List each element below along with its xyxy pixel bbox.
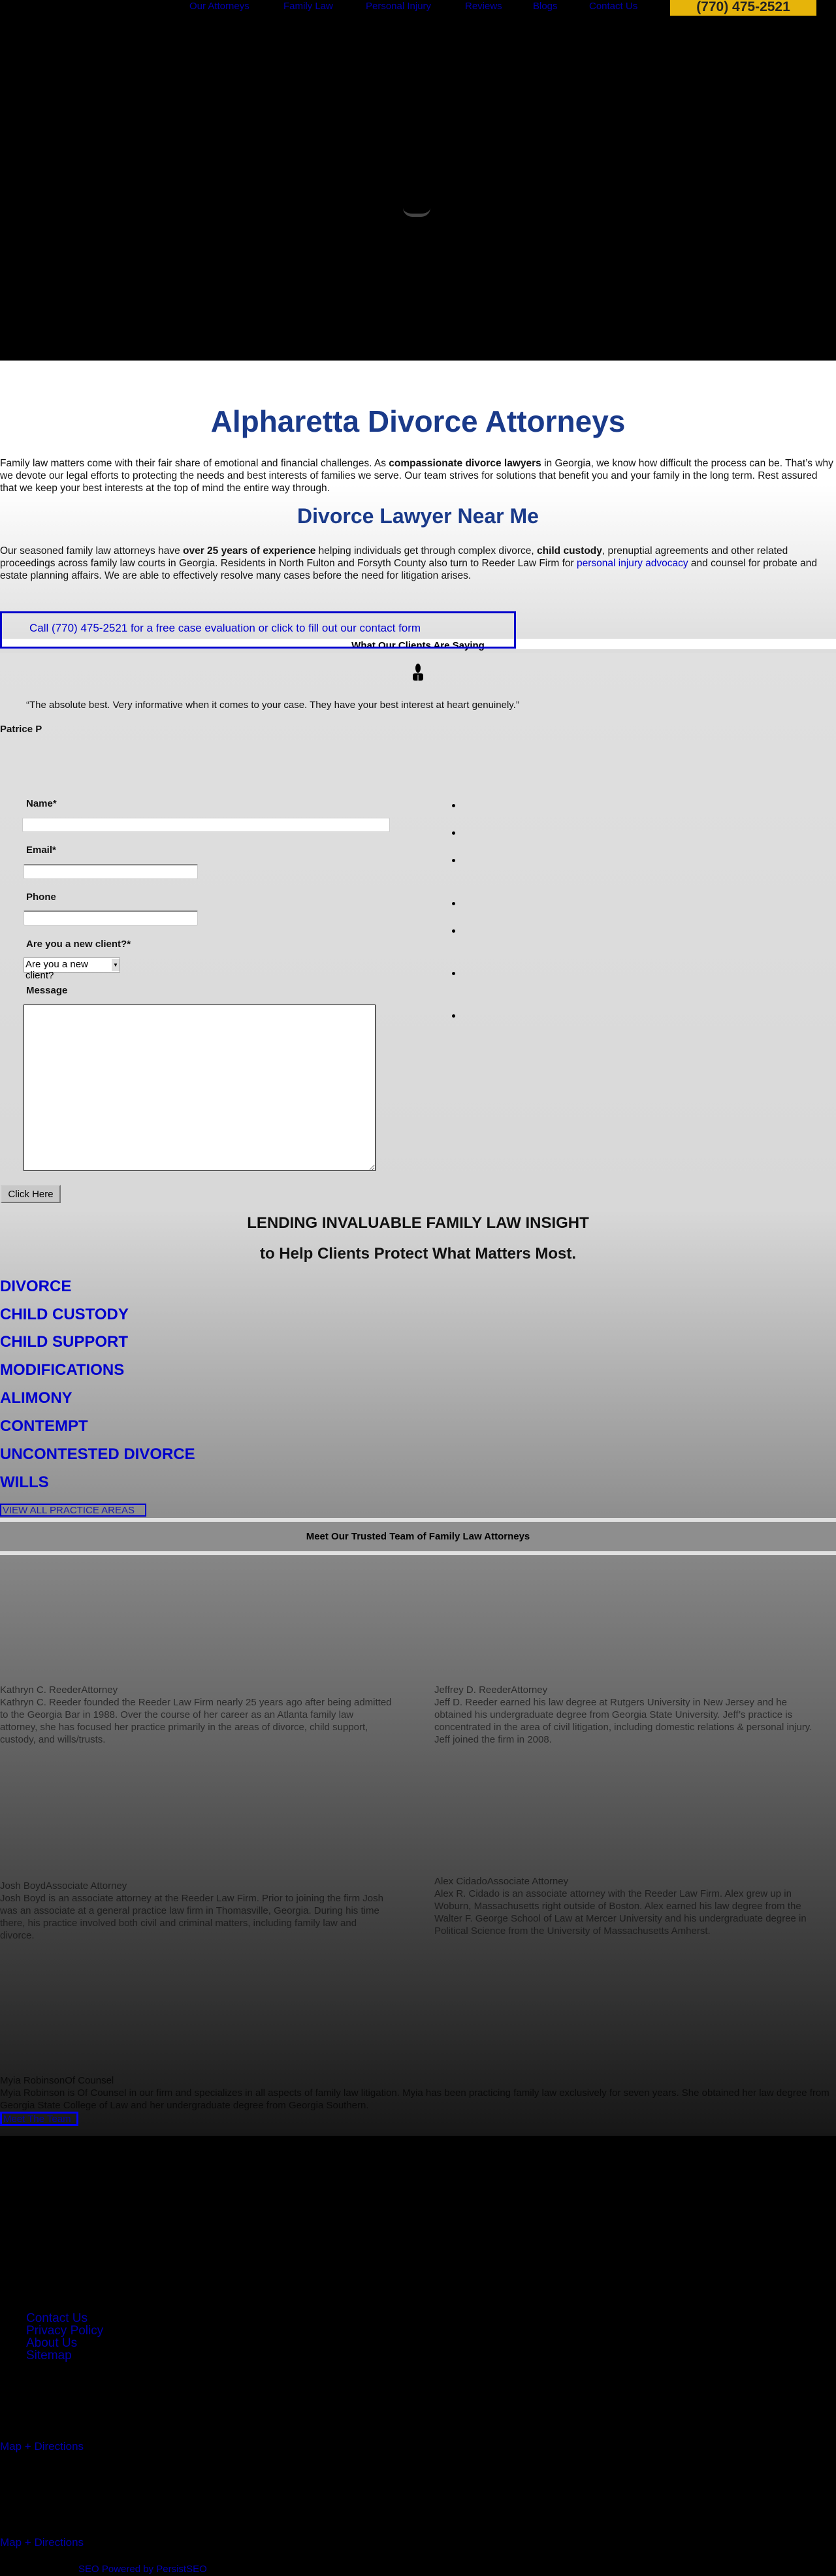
footer-privacy-policy[interactable]: Privacy Policy xyxy=(26,2325,103,2337)
practice-alimony[interactable]: ALIMONY xyxy=(0,1389,72,1408)
new-client-label: Are you a new client?* xyxy=(26,939,131,950)
testimonial-quote: “The absolute best. Very informative whe… xyxy=(26,700,519,711)
attorney-card: Kathryn C. ReederAttorney Kathryn C. Reed… xyxy=(0,1684,392,1745)
nav-our-attorneys[interactable]: Our Attorneys xyxy=(189,0,249,13)
list-bullet xyxy=(452,1014,455,1018)
footer-sitemap[interactable]: Sitemap xyxy=(26,2349,103,2362)
team-heading: Meet Our Trusted Team of Family Law Atto… xyxy=(0,1518,836,1555)
practice-wills[interactable]: WILLS xyxy=(0,1473,49,1492)
phone-button[interactable]: (770) 475-2521 xyxy=(670,0,816,16)
hero-banner: Our Attorneys Family Law Personal Injury… xyxy=(0,0,836,361)
view-all-practice-areas-button[interactable]: VIEW ALL PRACTICE AREAS xyxy=(0,1504,146,1517)
practice-uncontested-divorce[interactable]: UNCONTESTED DIVORCE xyxy=(0,1445,195,1464)
map-directions-link[interactable]: Map + Directions xyxy=(0,2536,84,2549)
practice-divorce[interactable]: DIVORCE xyxy=(0,1278,71,1296)
loading-spinner-icon xyxy=(403,208,430,217)
name-label: Name* xyxy=(26,798,57,809)
list-bullet xyxy=(452,929,455,933)
section-heading: Divorce Lawyer Near Me xyxy=(297,504,539,528)
submit-button[interactable]: Click Here xyxy=(1,1185,61,1203)
footer-contact-us[interactable]: Contact Us xyxy=(26,2312,103,2325)
phone-label: Phone xyxy=(26,892,56,903)
list-bullet xyxy=(452,859,455,862)
footer-about-us[interactable]: About Us xyxy=(26,2337,103,2349)
message-label: Message xyxy=(26,985,68,996)
page-title: Alpharetta Divorce Attorneys xyxy=(210,404,626,438)
practice-child-support[interactable]: CHILD SUPPORT xyxy=(0,1333,128,1351)
main-content: Alpharetta Divorce Attorneys Family law … xyxy=(0,361,836,2136)
practice-modifications[interactable]: MODIFICATIONS xyxy=(0,1361,124,1379)
footer-links: Contact Us Privacy Policy About Us Sitem… xyxy=(26,2312,103,2362)
attorney-card: Jeffrey D. ReederAttorney Jeff D. Reeder … xyxy=(434,1684,812,1745)
chevron-down-icon: ▼ xyxy=(112,959,120,971)
message-textarea[interactable] xyxy=(24,1005,376,1171)
new-client-select[interactable]: Are you a new client? ▼ xyxy=(24,958,120,981)
attorney-card: Myia RobinsonOf Counsel Myia Robinson is … xyxy=(0,2075,829,2111)
experience-paragraph: Our seasoned family law attorneys have o… xyxy=(0,545,817,581)
phone-input[interactable] xyxy=(24,910,198,926)
nav-blogs[interactable]: Blogs xyxy=(533,0,558,13)
email-input[interactable] xyxy=(24,864,198,879)
email-label: Email* xyxy=(26,845,56,856)
insight-heading: LENDING INVALUABLE FAMILY LAW INSIGHT xyxy=(247,1214,589,1232)
intro-paragraph: Family law matters come with their fair … xyxy=(0,458,833,494)
list-bullet xyxy=(452,804,455,807)
user-icon xyxy=(413,664,423,681)
nav-family-law[interactable]: Family Law xyxy=(283,0,333,13)
nav-personal-injury[interactable]: Personal Injury xyxy=(366,0,431,13)
name-input[interactable] xyxy=(22,818,390,832)
list-bullet xyxy=(452,831,455,835)
cta-border xyxy=(0,639,516,649)
testimonial-author: Patrice P xyxy=(0,724,42,735)
list-bullet xyxy=(452,902,455,905)
map-directions-link[interactable]: Map + Directions xyxy=(0,2440,84,2453)
insight-subheading: to Help Clients Protect What Matters Mos… xyxy=(259,1245,577,1263)
list-bullet xyxy=(452,972,455,975)
meet-the-team-button[interactable]: Meet The Team xyxy=(0,2112,78,2126)
personal-injury-link[interactable]: personal injury advocacy xyxy=(577,558,688,569)
nav-contact-us[interactable]: Contact Us xyxy=(589,0,637,13)
attorney-card: Alex CidadoAssociate Attorney Alex R. Cid… xyxy=(434,1876,807,1937)
practice-child-custody[interactable]: CHILD CUSTODY xyxy=(0,1306,129,1324)
seo-credit-link[interactable]: SEO Powered by PersistSEO xyxy=(78,2564,207,2575)
nav-reviews[interactable]: Reviews xyxy=(465,0,502,13)
attorney-card: Josh BoydAssociate Attorney Josh Boyd is … xyxy=(0,1880,383,1941)
practice-contempt[interactable]: CONTEMPT xyxy=(0,1417,88,1436)
